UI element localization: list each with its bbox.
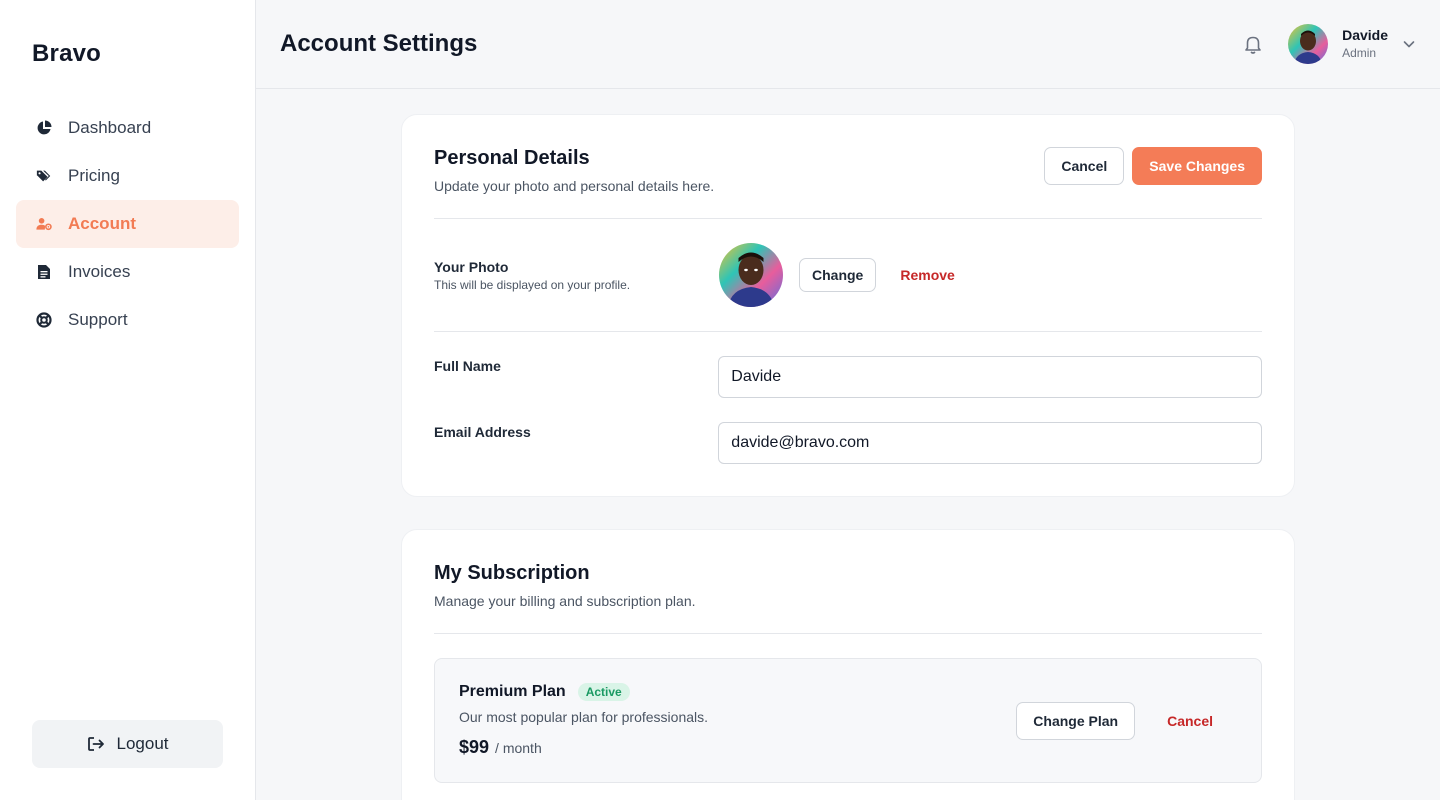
user-gear-icon: [36, 216, 52, 232]
cancel-subscription-button[interactable]: Cancel: [1143, 702, 1237, 740]
section-title: Personal Details: [434, 147, 590, 169]
document-icon: [36, 264, 52, 280]
email-row: Email Address: [434, 422, 1262, 464]
sidebar-item-pricing[interactable]: Pricing: [16, 152, 239, 200]
app: Bravo Dashboard Pricing Account Invoices: [0, 0, 1440, 800]
change-photo-button[interactable]: Change: [799, 258, 877, 292]
user-meta[interactable]: Davide Admin: [1342, 27, 1388, 60]
photo-label: Your Photo: [434, 258, 509, 275]
sidebar-item-label: Account: [68, 214, 136, 233]
save-changes-button[interactable]: Save Changes: [1132, 147, 1262, 185]
avatar[interactable]: [1288, 24, 1329, 64]
user-role: Admin: [1342, 46, 1377, 61]
brand-logo: Bravo: [32, 40, 102, 67]
cancel-button[interactable]: Cancel: [1044, 147, 1125, 185]
plan-card: Premium Plan Active Our most popular pla…: [434, 658, 1262, 783]
photo-help-text: This will be displayed on your profile.: [434, 277, 631, 292]
personal-details-card: Personal Details Update your photo and p…: [401, 114, 1295, 497]
sidebar-item-label: Pricing: [68, 166, 120, 185]
plan-period: / month: [495, 740, 542, 756]
divider: [434, 331, 1262, 332]
full-name-row: Full Name: [434, 356, 1262, 398]
life-ring-icon: [36, 312, 52, 328]
plan-price: $99: [459, 737, 490, 757]
photo-row: Your Photo This will be displayed on you…: [434, 243, 1262, 307]
profile-photo: [719, 243, 783, 307]
pie-chart-icon: [36, 120, 52, 136]
topbar: Account Settings Davide Admin: [256, 0, 1440, 89]
section-title: My Subscription: [434, 562, 590, 584]
logout-label: Logout: [116, 734, 169, 753]
divider: [434, 218, 1262, 219]
email-label: Email Address: [434, 424, 531, 440]
sidebar-item-support[interactable]: Support: [16, 296, 239, 344]
content: Personal Details Update your photo and p…: [401, 114, 1295, 800]
plan-description: Our most popular plan for professionals.: [459, 709, 709, 725]
main-area: Account Settings Davide Admin Personal D…: [256, 0, 1440, 800]
section-subtitle: Update your photo and personal details h…: [434, 178, 715, 194]
user-name: Davide: [1342, 27, 1388, 44]
status-badge: Active: [577, 683, 630, 701]
remove-photo-button[interactable]: Remove: [884, 256, 970, 294]
sidebar-item-account[interactable]: Account: [16, 200, 239, 248]
user-area: Davide Admin: [1242, 24, 1416, 64]
divider: [434, 633, 1262, 634]
section-subtitle: Manage your billing and subscription pla…: [434, 593, 696, 609]
full-name-field[interactable]: [718, 356, 1262, 398]
chevron-down-icon[interactable]: [1402, 37, 1416, 51]
sidebar-item-dashboard[interactable]: Dashboard: [16, 104, 239, 152]
tags-icon: [36, 168, 52, 184]
sidebar-item-label: Support: [68, 310, 128, 329]
sidebar-item-invoices[interactable]: Invoices: [16, 248, 239, 296]
plan-name: Premium Plan: [459, 683, 566, 700]
logout-icon: [87, 736, 105, 752]
bell-icon[interactable]: [1242, 33, 1264, 55]
logout-button[interactable]: Logout: [32, 720, 223, 768]
sidebar-item-label: Invoices: [68, 262, 131, 281]
subscription-card: My Subscription Manage your billing and …: [401, 529, 1295, 800]
change-plan-button[interactable]: Change Plan: [1016, 701, 1136, 740]
email-field[interactable]: [718, 422, 1262, 464]
page-title: Account Settings: [280, 30, 478, 57]
sidebar-item-label: Dashboard: [68, 118, 152, 137]
sidebar: Bravo Dashboard Pricing Account Invoices: [0, 0, 256, 800]
full-name-label: Full Name: [434, 358, 501, 374]
